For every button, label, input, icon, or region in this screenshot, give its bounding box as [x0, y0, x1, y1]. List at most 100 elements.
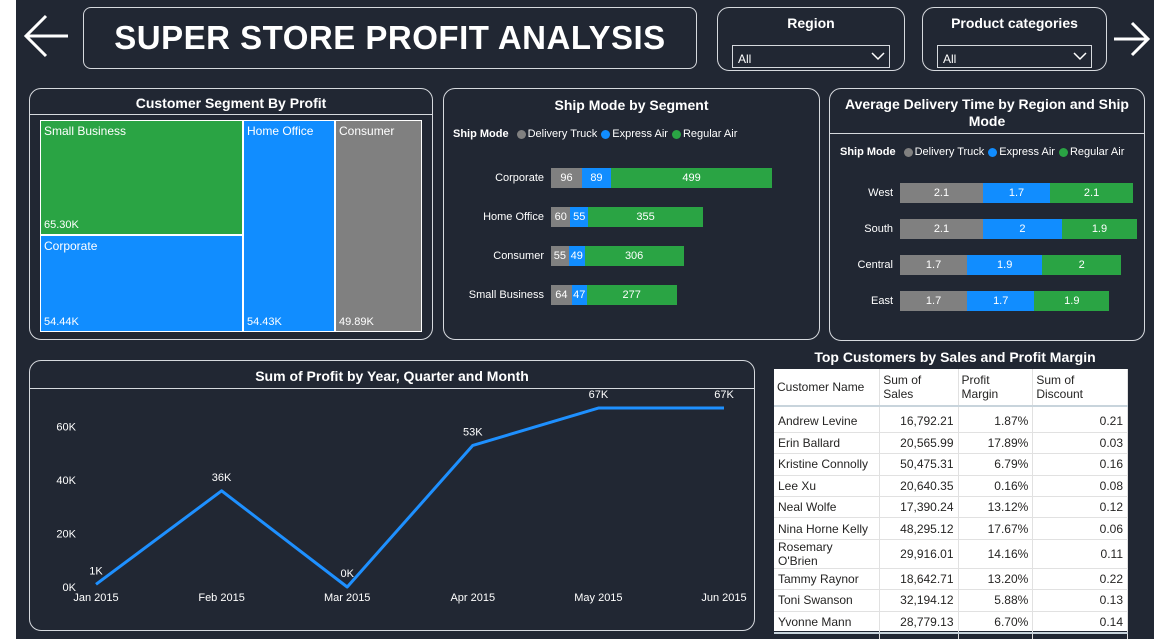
bar-segment[interactable]: 55: [551, 246, 569, 266]
data-label: 1K: [89, 565, 103, 577]
table-row[interactable]: Kristine Connolly 50,475.31 6.79% 0.16: [774, 453, 1128, 476]
forward-arrow-icon[interactable]: [1112, 20, 1152, 58]
bar-value-label: 49: [570, 250, 583, 262]
treemap-cell[interactable]: Consumer 49.89K: [335, 120, 422, 332]
x-tick-label: Mar 2015: [324, 592, 370, 604]
segment-title-divider: [30, 114, 432, 115]
bar-segment[interactable]: 2.1: [1050, 183, 1134, 203]
table-total-row[interactable]: Total283,691.1910.15%1.26: [774, 631, 1128, 639]
bar-segment[interactable]: 60: [551, 207, 571, 227]
bar-value-label: 89: [590, 172, 603, 184]
treemap-cell-value: 49.89K: [339, 316, 374, 328]
treemap-cell[interactable]: Small Business 65.30K: [40, 120, 243, 235]
dashboard-canvas: SUPER STORE PROFIT ANALYSIS Region All P…: [16, 0, 1154, 639]
back-arrow-icon[interactable]: [20, 10, 72, 62]
bar-segment[interactable]: 1.9: [1034, 291, 1110, 311]
bar-row: 96 89 499: [551, 168, 773, 188]
table-cell: 0.03: [1032, 432, 1128, 455]
bar-value-label: 1.7: [1008, 187, 1025, 199]
bar-segment[interactable]: 277: [586, 285, 677, 305]
y-tick-label: 20K: [56, 529, 76, 541]
bar-segment[interactable]: 1.7: [967, 291, 1035, 311]
bar-value-label: 1.9: [997, 259, 1013, 271]
bar-segment[interactable]: 96: [551, 168, 583, 188]
profit-chart-title: Sum of Profit by Year, Quarter and Month: [255, 368, 529, 384]
bar-row: 2.1 1.7 2.1: [900, 183, 1134, 203]
bar-segment[interactable]: 64: [551, 285, 572, 305]
bar-segment[interactable]: 1.9: [1061, 219, 1137, 239]
column-header-customer[interactable]: Customer Name: [774, 369, 881, 407]
table-row[interactable]: Rosemary O'Brien 29,916.01 14.16% 0.11: [774, 539, 1128, 569]
bar-row: 60 55 355: [551, 207, 704, 227]
bar-segment[interactable]: 47: [571, 285, 587, 305]
table-header-row: Customer Name Sum of Sales Profit Margin…: [774, 369, 1128, 407]
bar-segment[interactable]: 49: [568, 246, 585, 266]
category-dropdown[interactable]: All: [937, 45, 1092, 68]
table-cell: 16,792.21: [879, 411, 959, 433]
segment-chart-title: Customer Segment By Profit: [135, 95, 327, 111]
bar-segment[interactable]: 1.9: [967, 255, 1043, 275]
y-tick-label: 60K: [56, 422, 76, 434]
table-cell: 0.16: [1032, 453, 1128, 476]
category-label: Small Business: [468, 289, 544, 301]
treemap-cell[interactable]: Home Office 54.43K: [243, 120, 335, 332]
bar-value-label: 47: [573, 289, 586, 301]
bar-segment[interactable]: 2.1: [900, 219, 983, 239]
chevron-down-icon: [871, 52, 885, 61]
bar-segment[interactable]: 2: [1042, 255, 1122, 275]
table-cell: 48,295.12: [879, 517, 959, 540]
bar-value-label: 499: [682, 172, 701, 184]
segment-treemap: Small Business 65.30K Corporate 54.44K Home …: [40, 120, 422, 332]
segment-panel: Customer Segment By Profit Small Busines…: [29, 88, 433, 340]
y-tick-label: 40K: [56, 475, 76, 487]
table-cell: 18,642.71: [879, 568, 959, 591]
bar-segment[interactable]: 355: [588, 207, 704, 227]
bar-segment[interactable]: 2: [982, 219, 1062, 239]
treemap-cell-value: 54.43K: [247, 316, 282, 328]
column-header-margin[interactable]: Profit Margin: [958, 369, 1034, 407]
delivery-bars: West 2.1 1.7 2.1 South 2.1 2 1.9 Central 1.7 1.9 2 E…: [830, 89, 1146, 342]
table-cell: 0.16%: [958, 475, 1034, 498]
column-header-discount[interactable]: Sum of Discount: [1032, 369, 1128, 407]
bar-segment[interactable]: 1.7: [900, 255, 968, 275]
table-cell: 50,475.31: [879, 453, 959, 476]
customers-table: Customer Name Sum of Sales Profit Margin…: [774, 369, 1128, 639]
treemap-cell-value: 65.30K: [44, 219, 79, 231]
region-slicer: Region All: [717, 7, 905, 71]
profit-line: [95, 406, 724, 589]
bar-value-label: 1.7: [925, 259, 942, 271]
table-row[interactable]: Lee Xu 20,640.35 0.16% 0.08: [774, 475, 1128, 498]
table-row[interactable]: Neal Wolfe 17,390.24 13.12% 0.12: [774, 496, 1128, 519]
bar-segment[interactable]: 89: [582, 168, 611, 188]
table-row[interactable]: Toni Swanson 32,194.12 5.88% 0.13: [774, 589, 1128, 612]
bar-segment[interactable]: 2.1: [900, 183, 983, 203]
table-row[interactable]: Erin Ballard 20,565.99 17.89% 0.03: [774, 432, 1128, 455]
table-cell: 10.15%: [958, 631, 1034, 639]
table-cell: 14.16%: [958, 539, 1034, 569]
bar-segment[interactable]: 306: [584, 246, 684, 266]
table-cell: 20,640.35: [879, 475, 959, 498]
table-cell: Total: [774, 631, 881, 639]
table-cell: Andrew Levine: [774, 411, 881, 433]
bar-segment[interactable]: 55: [570, 207, 589, 227]
table-row[interactable]: Yvonne Mann 28,779.13 6.70% 0.14: [774, 611, 1128, 634]
bar-segment[interactable]: 1.7: [900, 291, 968, 311]
table-cell: 28,779.13: [879, 611, 959, 634]
data-label: 36K: [212, 472, 232, 484]
profit-panel: Sum of Profit by Year, Quarter and Month…: [29, 360, 755, 631]
column-header-sales[interactable]: Sum of Sales: [879, 369, 959, 407]
table-cell: 0.21: [1032, 411, 1128, 433]
table-cell: Yvonne Mann: [774, 611, 881, 634]
x-tick-label: Apr 2015: [450, 592, 495, 604]
bar-segment[interactable]: 1.7: [982, 183, 1051, 203]
data-label: 67K: [714, 389, 734, 401]
treemap-cell[interactable]: Corporate 54.44K: [40, 235, 243, 332]
region-dropdown[interactable]: All: [732, 45, 890, 68]
bar-segment[interactable]: 499: [610, 168, 773, 188]
table-row[interactable]: Nina Horne Kelly 48,295.12 17.67% 0.06: [774, 517, 1128, 540]
table-row[interactable]: Tammy Raynor 18,642.71 13.20% 0.22: [774, 568, 1128, 591]
category-label: West: [868, 187, 893, 199]
bar-row: 1.7 1.7 1.9: [900, 291, 1110, 311]
table-cell: 20,565.99: [879, 432, 959, 455]
table-row[interactable]: Andrew Levine 16,792.21 1.87% 0.21: [774, 411, 1128, 433]
